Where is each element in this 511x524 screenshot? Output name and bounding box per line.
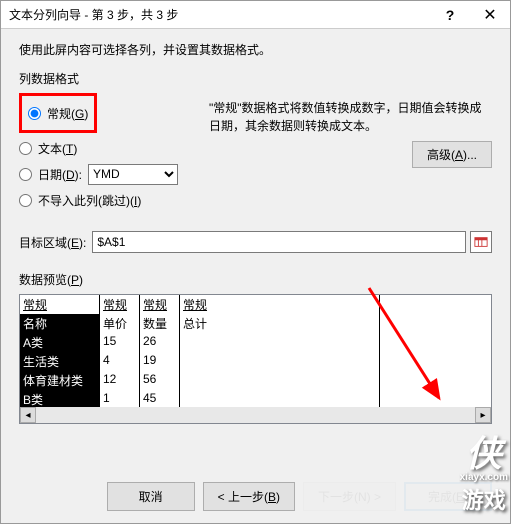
radio-date-row[interactable]: 日期(D): YMD <box>19 161 209 187</box>
preview-cell: 56 <box>140 371 180 390</box>
preview-cell: A类 <box>20 333 100 352</box>
preview-cell: 生活类 <box>20 352 100 371</box>
scroll-left-button[interactable]: ◂ <box>20 407 36 423</box>
scroll-track[interactable] <box>36 407 475 423</box>
radio-column: 常规(G) 文本(T) 日期(D): YMD 不导入此列(跳过)(I) <box>19 93 209 213</box>
preview-cell: 名称 <box>20 314 100 333</box>
titlebar: 文本分列向导 - 第 3 步，共 3 步 ? ✕ <box>1 1 510 29</box>
radio-general-label: 常规(G) <box>47 105 88 122</box>
next-button[interactable]: 下一步(N) > <box>303 482 396 511</box>
target-row: 目标区域(E): <box>19 231 492 253</box>
preview-grid: 常规 常规 常规 常规 名称 单价 数量 总计 A类 15 26 生活类 4 1… <box>20 295 491 409</box>
radio-text-row[interactable]: 文本(T) <box>19 135 209 161</box>
window-title: 文本分列向导 - 第 3 步，共 3 步 <box>1 6 430 23</box>
wizard-window: 文本分列向导 - 第 3 步，共 3 步 ? ✕ 使用此屏内容可选择各列，并设置… <box>0 0 511 524</box>
date-format-select[interactable]: YMD <box>88 164 178 185</box>
advanced-button[interactable]: 高级(A)... <box>412 141 492 168</box>
finish-button[interactable]: 完成(E) <box>404 482 492 511</box>
preview-cell: 12 <box>100 371 140 390</box>
spreadsheet-icon <box>474 235 488 249</box>
col-header[interactable]: 常规 <box>180 295 380 314</box>
preview-cell <box>180 333 380 352</box>
close-button[interactable]: ✕ <box>470 1 510 29</box>
footer-buttons: 取消 < 上一步(B) 下一步(N) > 完成(E) <box>107 482 492 511</box>
preview-cell: 体育建材类 <box>20 371 100 390</box>
horizontal-scrollbar[interactable]: ◂ ▸ <box>20 407 491 423</box>
preview-cell: 总计 <box>180 314 380 333</box>
content-area: 使用此屏内容可选择各列，并设置其数据格式。 列数据格式 常规(G) 文本(T) … <box>1 29 510 436</box>
highlight-box: 常规(G) <box>19 93 97 133</box>
preview-cell: 26 <box>140 333 180 352</box>
preview-cell: 15 <box>100 333 140 352</box>
preview-cell <box>180 371 380 390</box>
column-format-label: 列数据格式 <box>19 70 492 87</box>
radio-general[interactable] <box>28 107 41 120</box>
radio-date-label: 日期(D): <box>38 166 82 183</box>
preview-box: 常规 常规 常规 常规 名称 单价 数量 总计 A类 15 26 生活类 4 1… <box>19 294 492 424</box>
scroll-right-button[interactable]: ▸ <box>475 407 491 423</box>
col-header[interactable]: 常规 <box>140 295 180 314</box>
radio-text-label: 文本(T) <box>38 140 77 157</box>
help-button[interactable]: ? <box>430 1 470 29</box>
radio-skip-label: 不导入此列(跳过)(I) <box>38 192 141 209</box>
preview-cell: 单价 <box>100 314 140 333</box>
radio-text[interactable] <box>19 142 32 155</box>
radio-skip-row[interactable]: 不导入此列(跳过)(I) <box>19 187 209 213</box>
col-header[interactable]: 常规 <box>100 295 140 314</box>
preview-cell: 数量 <box>140 314 180 333</box>
radio-group: 常规(G) 文本(T) 日期(D): YMD 不导入此列(跳过)(I) <box>19 93 492 213</box>
radio-skip[interactable] <box>19 194 32 207</box>
format-description: "常规"数据格式将数值转换成数字，日期值会转换成日期，其余数据则转换成文本。 <box>209 99 492 135</box>
col-header[interactable]: 常规 <box>20 295 100 314</box>
cancel-button[interactable]: 取消 <box>107 482 195 511</box>
radio-general-row[interactable]: 常规(G) <box>28 100 88 126</box>
watermark-brand: 侠 <box>460 436 508 472</box>
preview-cell <box>180 352 380 371</box>
preview-label: 数据预览(P) <box>19 271 492 288</box>
description-column: "常规"数据格式将数值转换成数字，日期值会转换成日期，其余数据则转换成文本。 高… <box>209 93 492 213</box>
instruction-text: 使用此屏内容可选择各列，并设置其数据格式。 <box>19 41 492 58</box>
back-button[interactable]: < 上一步(B) <box>203 482 295 511</box>
target-label: 目标区域(E): <box>19 234 86 251</box>
target-input[interactable] <box>92 231 466 253</box>
preview-cell: 19 <box>140 352 180 371</box>
range-picker-button[interactable] <box>470 231 492 253</box>
preview-cell: 4 <box>100 352 140 371</box>
radio-date[interactable] <box>19 168 32 181</box>
